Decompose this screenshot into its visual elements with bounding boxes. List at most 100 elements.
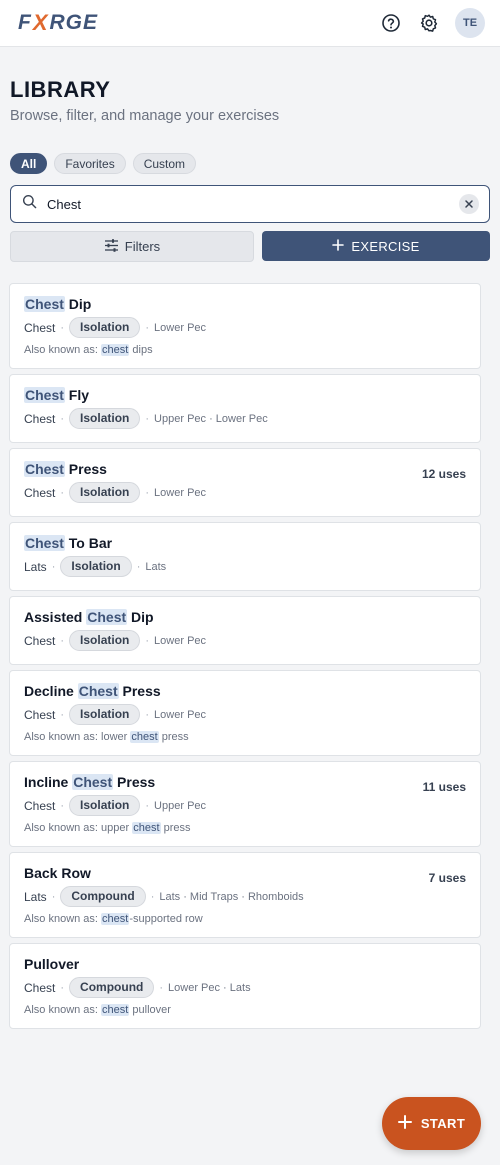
search-match-highlight: Chest xyxy=(86,609,128,625)
separator-dot: · xyxy=(51,560,56,573)
library-filter-tabs: All Favorites Custom xyxy=(0,153,500,174)
filters-button[interactable]: Filters xyxy=(10,231,254,262)
exercise-card[interactable]: Chest Fly Chest · Isolation · Upper Pec · Low… xyxy=(9,374,481,443)
also-known-as: Also known as: chest dips xyxy=(24,344,466,356)
exercise-name: Pullover xyxy=(24,956,466,972)
aka-prefix: upper xyxy=(101,822,133,834)
separator-dot: · xyxy=(150,890,155,903)
tab-custom[interactable]: Custom xyxy=(132,153,197,174)
exercise-name-suffix: Dip xyxy=(127,609,154,625)
tab-favorites[interactable]: Favorites xyxy=(54,153,126,174)
exercise-type-badge: Isolation xyxy=(69,317,141,338)
exercise-name-prefix: Decline xyxy=(24,683,78,699)
app-header: F X RGE TE xyxy=(0,0,500,47)
primary-muscle-group: Lats xyxy=(24,559,47,574)
exercise-card[interactable]: Chest To Bar Lats · Isolation · Lats xyxy=(9,522,481,591)
exercise-card[interactable]: Back Row 7 uses Lats · Compound · Lats · Mid T… xyxy=(9,852,481,938)
separator-dot: · xyxy=(145,708,150,721)
exercise-card[interactable]: Assisted Chest Dip Chest · Isolation · Lower … xyxy=(9,596,481,665)
help-icon[interactable] xyxy=(379,11,403,35)
aka-label: Also known as: xyxy=(24,1004,102,1016)
primary-muscle-group: Chest xyxy=(24,707,56,722)
search-match-highlight: Chest xyxy=(24,461,65,477)
exercise-name: Chest To Bar xyxy=(24,535,466,551)
exercise-name-suffix: Press xyxy=(118,683,161,699)
exercise-name: Back Row xyxy=(24,865,466,881)
exercise-name: Incline Chest Press xyxy=(24,774,466,790)
plus-icon xyxy=(332,238,345,254)
primary-muscle-group: Chest xyxy=(24,798,56,813)
add-exercise-button[interactable]: EXERCISE xyxy=(262,231,490,261)
user-avatar[interactable]: TE xyxy=(455,8,485,38)
exercise-name-prefix: Back Row xyxy=(24,865,91,881)
exercise-card[interactable]: Incline Chest Press 11 uses Chest · Isolatio… xyxy=(9,761,481,847)
page-heading: LIBRARY Browse, filter, and manage your … xyxy=(0,47,500,124)
target-muscles: Lower Pec xyxy=(154,634,207,647)
filter-sliders-icon xyxy=(104,238,119,255)
exercise-name: Decline Chest Press xyxy=(24,683,466,699)
separator-dot: · xyxy=(145,412,150,425)
exercise-card[interactable]: Chest Press 12 uses Chest · Isolation · Lower … xyxy=(9,448,481,517)
exercise-name-suffix: Press xyxy=(113,774,156,790)
exercise-name-suffix: To Bar xyxy=(64,535,113,551)
separator-dot: · xyxy=(145,321,150,334)
library-actions: Filters EXERCISE xyxy=(10,231,490,262)
logo-x-mark: X xyxy=(32,10,49,35)
search-icon xyxy=(22,194,37,214)
separator-dot: · xyxy=(51,890,56,903)
exercise-card[interactable]: Chest Dip Chest · Isolation · Lower Pec Also k… xyxy=(9,283,481,369)
target-muscles: Lower Pec xyxy=(154,321,207,334)
exercise-name: Chest Press xyxy=(24,461,466,477)
search-match-highlight: Chest xyxy=(72,774,114,790)
filters-button-label: Filters xyxy=(124,239,161,254)
header-actions: TE xyxy=(379,8,485,38)
also-known-as: Also known as: lower chest press xyxy=(24,731,466,743)
search-bar xyxy=(10,185,490,223)
exercise-type-badge: Compound xyxy=(60,886,146,907)
separator-dot: · xyxy=(145,799,150,812)
separator-dot: · xyxy=(136,560,141,573)
separator-dot: · xyxy=(60,412,65,425)
primary-muscle-group: Chest xyxy=(24,485,56,500)
aka-label: Also known as: xyxy=(24,822,102,834)
exercise-meta: Chest · Isolation · Upper Pec xyxy=(24,795,466,816)
target-muscles: Upper Pec xyxy=(154,799,207,812)
forge-logo[interactable]: F X RGE xyxy=(18,10,98,36)
aka-suffix: press xyxy=(158,731,189,743)
exercise-type-badge: Isolation xyxy=(69,408,141,429)
exercise-meta: Chest · Isolation · Lower Pec xyxy=(24,704,466,725)
exercise-list: Chest Dip Chest · Isolation · Lower Pec Also k… xyxy=(9,283,481,1029)
target-muscles: Lower Pec xyxy=(154,486,207,499)
aka-label: Also known as: xyxy=(24,344,102,356)
separator-dot: · xyxy=(60,708,65,721)
exercise-type-badge: Isolation xyxy=(60,556,132,577)
search-input[interactable] xyxy=(47,196,449,212)
exercise-type-badge: Isolation xyxy=(69,704,141,725)
add-exercise-label: EXERCISE xyxy=(351,238,420,254)
clear-icon[interactable] xyxy=(459,194,479,214)
exercise-card[interactable]: Decline Chest Press Chest · Isolation · Lower… xyxy=(9,670,481,756)
gear-icon[interactable] xyxy=(417,11,441,35)
primary-muscle-group: Lats xyxy=(24,889,47,904)
separator-dot: · xyxy=(60,321,65,334)
search-match-highlight: chest xyxy=(101,1004,130,1016)
exercise-name-prefix: Assisted xyxy=(24,609,87,625)
aka-label: Also known as: xyxy=(24,913,102,925)
tab-all[interactable]: All xyxy=(10,153,48,174)
page-subtitle: Browse, filter, and manage your exercise… xyxy=(10,108,280,124)
exercise-name-prefix: Incline xyxy=(24,774,73,790)
target-muscles: Lats · Mid Traps · Rhomboids xyxy=(159,890,304,903)
separator-dot: · xyxy=(145,634,150,647)
start-workout-button[interactable]: START xyxy=(382,1097,481,1150)
plus-icon xyxy=(397,1115,412,1132)
primary-muscle-group: Chest xyxy=(24,411,56,426)
exercise-name: Chest Fly xyxy=(24,387,466,403)
exercise-name-prefix: Pullover xyxy=(24,956,80,972)
exercise-card[interactable]: Pullover Chest · Compound · Lower Pec · Lats A… xyxy=(9,943,481,1029)
separator-dot: · xyxy=(60,634,65,647)
exercise-type-badge: Isolation xyxy=(69,482,141,503)
aka-suffix: dips xyxy=(129,344,153,356)
separator-dot: · xyxy=(60,981,65,994)
separator-dot: · xyxy=(145,486,150,499)
search-match-highlight: Chest xyxy=(77,683,119,699)
